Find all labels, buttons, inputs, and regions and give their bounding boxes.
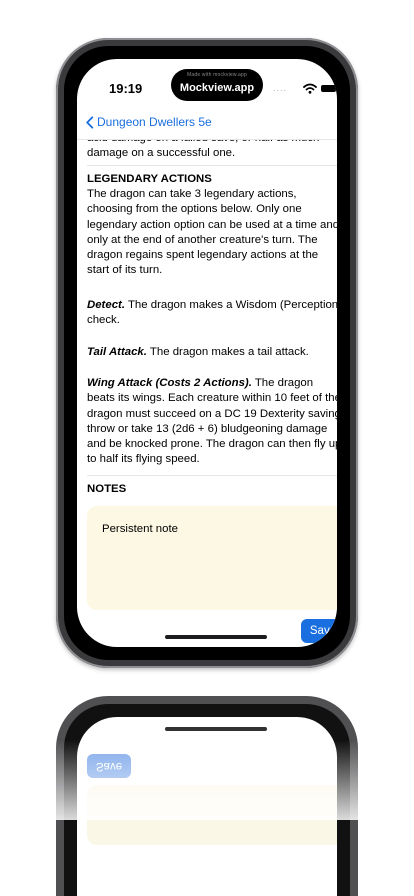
notes-text-area[interactable]: Persistent note bbox=[87, 506, 337, 610]
status-icons: .... bbox=[273, 83, 337, 95]
dynamic-island: Made with mockview.app Mockview.app bbox=[171, 69, 263, 101]
action-name: Tail Attack. bbox=[87, 346, 147, 358]
status-time: 19:19 bbox=[109, 81, 143, 96]
notes-text: Persistent note bbox=[102, 523, 178, 535]
status-bar: 19:19 Made with mockview.app Mockview.ap… bbox=[77, 59, 337, 111]
back-button-label: Dungeon Dwellers 5e bbox=[97, 115, 212, 129]
notes-heading: NOTES bbox=[87, 483, 127, 495]
back-button[interactable]: Dungeon Dwellers 5e bbox=[85, 115, 212, 129]
home-indicator[interactable] bbox=[165, 635, 267, 639]
action-tail-attack: Tail Attack. The dragon makes a tail att… bbox=[87, 345, 337, 360]
navigation-bar: Dungeon Dwellers 5e bbox=[77, 111, 337, 140]
legendary-actions-description: The dragon can take 3 legendary actions,… bbox=[87, 188, 337, 277]
action-name: Detect. bbox=[87, 299, 125, 311]
action-text: The dragon beats its wings. Each creatur… bbox=[87, 377, 337, 466]
partial-text-line-2: damage on a successful one. bbox=[87, 147, 236, 159]
reflection-fade bbox=[0, 740, 414, 820]
phone-bezel: acid damage on a failed save, or half as… bbox=[64, 46, 350, 660]
island-small-text: Made with mockview.app bbox=[187, 72, 247, 78]
battery-icon bbox=[321, 85, 336, 92]
action-detect: Detect. The dragon makes a Wisdom (Perce… bbox=[87, 298, 337, 329]
action-wing-attack: Wing Attack (Costs 2 Actions). The drago… bbox=[87, 376, 337, 468]
chevron-left-icon bbox=[86, 115, 94, 129]
legendary-actions-heading: LEGENDARY ACTIONS bbox=[87, 173, 212, 185]
screen: acid damage on a failed save, or half as… bbox=[77, 59, 337, 647]
action-name: Wing Attack (Costs 2 Actions). bbox=[87, 377, 252, 389]
phone-frame: acid damage on a failed save, or half as… bbox=[56, 38, 358, 668]
divider bbox=[87, 475, 337, 476]
island-label: Mockview.app bbox=[179, 82, 255, 94]
signal-dots: .... bbox=[273, 83, 288, 93]
reflection-home-indicator bbox=[165, 727, 267, 731]
divider bbox=[87, 165, 337, 166]
scroll-content[interactable]: acid damage on a failed save, or half as… bbox=[77, 59, 337, 647]
wifi-icon bbox=[303, 83, 317, 94]
save-button[interactable]: Save bbox=[301, 619, 337, 643]
action-text: The dragon makes a tail attack. bbox=[149, 346, 309, 358]
action-text: The dragon makes a Wisdom (Perception) c… bbox=[87, 299, 337, 327]
